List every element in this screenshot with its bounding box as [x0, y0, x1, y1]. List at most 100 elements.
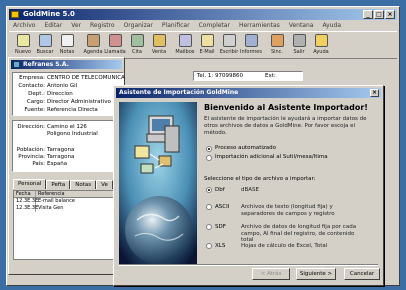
radio-button[interactable] — [206, 187, 212, 193]
wizard-illustration — [119, 102, 197, 264]
history-grid: Fecha Referencia 12.3E.3E E-mail balance… — [13, 190, 119, 260]
toolbar-reports-button[interactable]: Informes — [240, 32, 262, 59]
tab-notas[interactable]: Notas — [70, 180, 97, 189]
toolbar-write-button[interactable]: Escribir — [218, 32, 240, 59]
toolbar-appointment-button[interactable]: Cita — [126, 32, 148, 59]
field-label: Provincia: — [18, 154, 45, 160]
record-title: Refranes S.A. — [23, 61, 69, 68]
mode-option-additional[interactable]: Importación adicional al Sutil/mesa/ltim… — [206, 154, 328, 161]
next-button[interactable]: Siguiente > — [296, 268, 336, 280]
wizard-intro: El asistente de importación le ayudará a… — [204, 116, 367, 136]
toolbar-email-button[interactable]: E-Mail — [196, 32, 218, 59]
menu-planificar[interactable]: Planificar — [162, 21, 190, 30]
cell-date: 12.3E.3E — [16, 205, 39, 212]
agenda-icon — [86, 34, 100, 47]
import-wizard-dialog: Asistente de Importación GoldMine × Bien… — [113, 85, 384, 286]
menu-editar[interactable]: Editar — [44, 21, 62, 30]
file-type-key: SDF — [215, 224, 226, 230]
phone-panel: Tel. 1: 97099860 Ext: — [193, 71, 303, 81]
appointment-icon — [130, 34, 144, 47]
write-icon — [222, 34, 236, 47]
toolbar-label: Llamada — [104, 49, 126, 55]
radio-button[interactable] — [206, 204, 212, 210]
column-header-date[interactable]: Fecha — [14, 191, 36, 197]
toolbar-label: Nuevo — [14, 49, 31, 55]
toolbar-label: E-Mail — [199, 49, 215, 55]
toolbar-mailbox-button[interactable]: Mailbox — [174, 32, 196, 59]
table-row[interactable]: 12.3E.3E E-mail balance — [14, 198, 118, 205]
wizard-close-button[interactable]: × — [370, 89, 379, 97]
toolbar-agenda-button[interactable]: Agenda — [82, 32, 104, 59]
radio-button[interactable] — [206, 154, 212, 161]
reports-icon — [244, 34, 258, 47]
wizard-titlebar[interactable]: Asistente de Importación GoldMine × — [116, 88, 381, 98]
notes-icon — [60, 34, 74, 47]
menu-herramientas[interactable]: Herramientas — [239, 21, 280, 30]
radio-button[interactable] — [206, 145, 212, 152]
contact-record-window: Refranes S.A. Empresa: CENTRO DE TELECOMU… — [8, 57, 125, 275]
divider — [119, 264, 378, 266]
sale-icon — [152, 34, 166, 47]
toolbar-search-button[interactable]: Buscar — [34, 32, 56, 59]
file-type-ascii[interactable]: ASCII Archivos de texto (longitud fija) … — [206, 204, 359, 217]
field-label: Empresa: — [19, 75, 45, 81]
field-label: Dirección: — [17, 124, 45, 130]
file-type-desc: Archivos de texto (longitud fija) y sepa… — [241, 204, 335, 217]
tab-personal[interactable]: Personal — [13, 179, 47, 189]
contact-panel: Empresa:CENTRO DE TELECOMUNICACIONES S.A… — [12, 72, 125, 116]
menu-ventana[interactable]: Ventana — [289, 21, 314, 30]
maximize-button[interactable]: □ — [374, 10, 384, 19]
toolbar-label: Agenda — [83, 49, 103, 55]
phone-field[interactable]: 97099860 — [215, 73, 265, 80]
file-type-desc: Hojas de cálculo de Excel, Total — [241, 243, 328, 249]
toolbar-help-button[interactable]: Ayuda — [310, 32, 332, 59]
toolbar-sale-button[interactable]: Venta — [148, 32, 170, 59]
exit-icon — [292, 34, 306, 47]
company-field[interactable]: CENTRO DE TELECOMUNICACIONES S.A. — [47, 75, 125, 82]
menu-completar[interactable]: Completar — [199, 21, 230, 30]
email-icon — [200, 34, 214, 47]
menu-organizar[interactable]: Organizar — [124, 21, 153, 30]
phone-label: Tel. 1: — [197, 73, 214, 79]
cancel-button[interactable]: Cancelar — [344, 268, 380, 280]
toolbar-phone-button[interactable]: Llamada — [104, 32, 126, 59]
table-row[interactable]: 12.3E.3E Visita Gen — [14, 205, 118, 212]
menu-ayuda[interactable]: Ayuda — [322, 21, 341, 30]
toolbar-exit-button[interactable]: Salir — [288, 32, 310, 59]
toolbar-label: Buscar — [36, 49, 54, 55]
radio-button[interactable] — [206, 243, 212, 249]
close-button[interactable]: × — [385, 10, 395, 19]
tab-ve[interactable]: Ve — [96, 180, 113, 189]
new-doc-icon — [16, 34, 30, 47]
field-label: Dept.: — [28, 91, 45, 97]
toolbar-label: Cita — [132, 49, 142, 55]
file-type-desc: Archivo de datos de longitud fija por ca… — [241, 224, 357, 243]
grid-header: Fecha Referencia — [14, 191, 118, 198]
toolbar-label: Mailbox — [175, 49, 195, 55]
toolbar-label: Notas — [59, 49, 75, 55]
back-button[interactable]: < Atrás — [252, 268, 290, 280]
menu-archivo[interactable]: Archivo — [13, 21, 35, 30]
toolbar-sync-button[interactable]: Sinc. — [266, 32, 288, 59]
toolbar-new-doc-button[interactable]: Nuevo — [12, 32, 34, 59]
mailbox-icon — [178, 34, 192, 47]
field-label: Contacto: — [18, 83, 45, 89]
file-type-xls[interactable]: XLS Hojas de cálculo de Excel, Total — [206, 243, 359, 250]
search-icon — [38, 34, 52, 47]
minimize-button[interactable]: _ — [363, 10, 373, 19]
toolbar-notes-button[interactable]: Notas — [56, 32, 78, 59]
tab-pefta[interactable]: Pefta — [46, 180, 71, 189]
mode-option-automated[interactable]: Proceso automatizado — [206, 145, 276, 152]
menu-ver[interactable]: Ver — [71, 21, 81, 30]
toolbar-label: Venta — [151, 49, 167, 55]
main-titlebar[interactable]: GoldMine 5.0 _ □ × — [9, 9, 397, 20]
file-type-dbf[interactable]: Dbf dBASE — [206, 187, 359, 194]
radio-button[interactable] — [206, 224, 212, 230]
toolbar: Nuevo Buscar Notas Agenda Llamada Cita Venta Ma… — [9, 31, 397, 59]
record-titlebar[interactable]: Refranes S.A. — [11, 60, 122, 69]
menu-registro[interactable]: Registro — [90, 21, 115, 30]
toolbar-label: Salir — [293, 49, 305, 55]
file-type-sdf[interactable]: SDF Archivo de datos de longitud fija po… — [206, 224, 359, 244]
cell-date: 12.3E.3E — [16, 198, 39, 205]
column-header-reference[interactable]: Referencia — [36, 191, 116, 197]
